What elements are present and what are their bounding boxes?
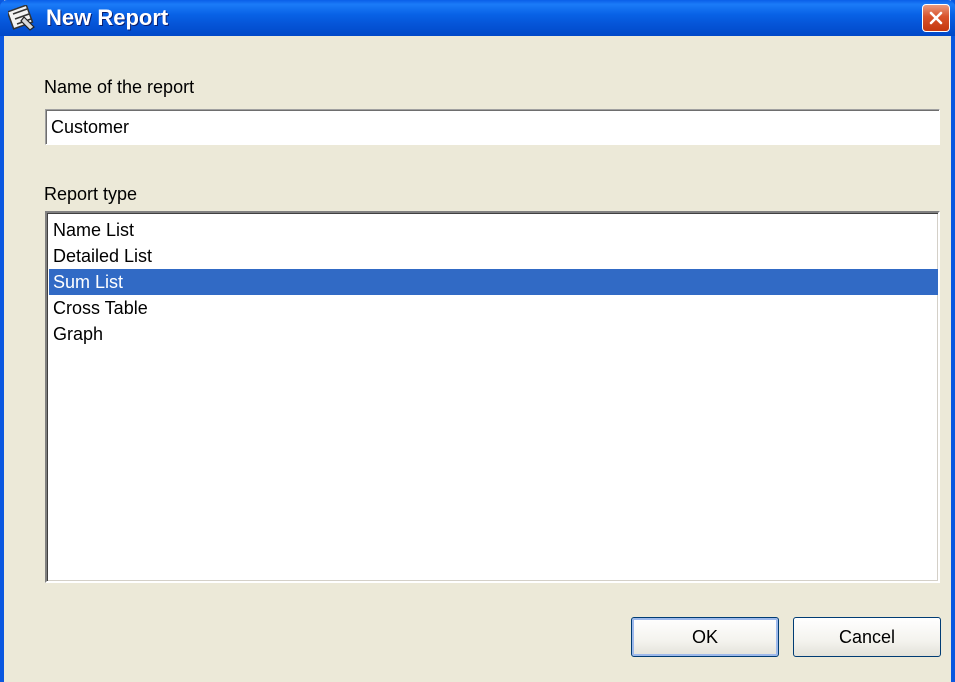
ok-button[interactable]: OK — [631, 617, 779, 657]
list-item-sum-list[interactable]: Sum List — [49, 269, 938, 295]
list-item-cross-table[interactable]: Cross Table — [49, 295, 938, 321]
list-item-graph[interactable]: Graph — [49, 321, 938, 347]
report-type-list[interactable]: Name List Detailed List Sum List Cross T… — [45, 211, 940, 583]
report-type-label: Report type — [44, 184, 138, 204]
cancel-button[interactable]: Cancel — [793, 617, 941, 657]
title-bar[interactable]: New Report — [0, 0, 955, 36]
report-name-label: Name of the report — [44, 77, 195, 97]
report-name-input[interactable] — [45, 109, 940, 145]
report-wizard-icon — [6, 4, 36, 31]
list-item-detailed-list[interactable]: Detailed List — [49, 243, 938, 269]
list-item-name-list[interactable]: Name List — [49, 217, 938, 243]
window-title: New Report — [46, 5, 169, 30]
new-report-dialog: New Report Name of the report Report typ… — [0, 0, 955, 682]
close-button[interactable] — [922, 4, 950, 32]
